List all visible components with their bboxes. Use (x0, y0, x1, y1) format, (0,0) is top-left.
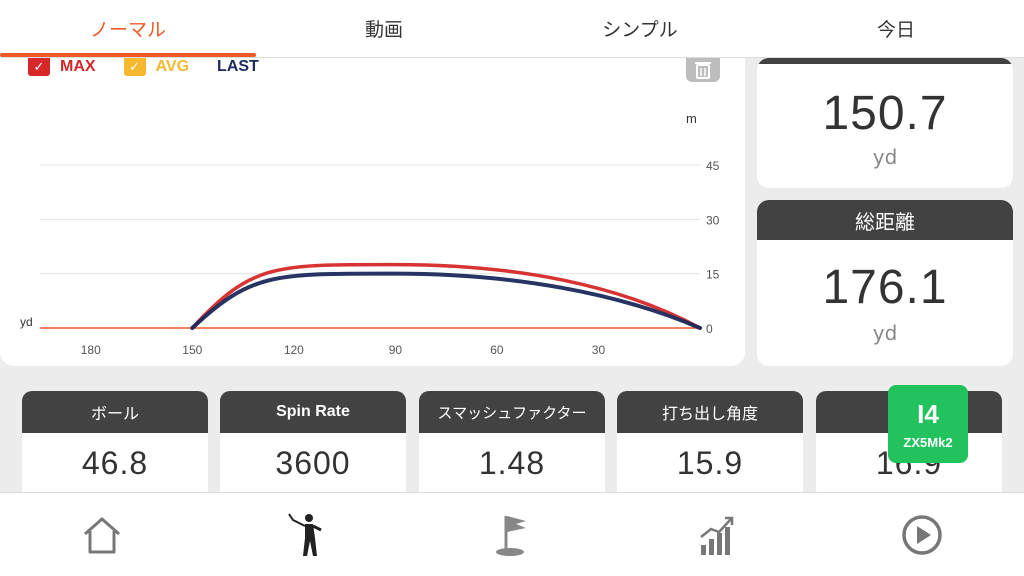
checkbox-avg-icon[interactable]: ✓ (123, 58, 146, 76)
club-model: ZX5Mk2 (903, 434, 953, 450)
metric-value: 46.8 (81, 445, 149, 481)
legend-max[interactable]: ✓ MAX (28, 58, 96, 76)
tab-video[interactable]: 動画 (256, 0, 512, 57)
trajectory-chart: 0 15 30 45 m yd 180 150 120 90 60 30 (20, 111, 720, 357)
chart-legend: ✓ MAX ✓ AVG LAST (28, 58, 287, 76)
nav-home[interactable] (0, 493, 205, 576)
home-icon (84, 517, 121, 553)
nav-swing[interactable] (205, 493, 410, 576)
total-distance-value: 176.1 (822, 261, 948, 314)
stats-chart-icon (700, 516, 734, 555)
metric-card-smash-factor: スマッシュファクター 1.48 (419, 391, 605, 501)
y-unit-label: m (686, 111, 697, 126)
top-tab-bar: ノーマル 動画 シンプル 今日 (0, 0, 1024, 58)
tab-simple[interactable]: シンプル (512, 0, 768, 57)
trajectory-chart-panel: 0 15 30 45 m yd 180 150 120 90 60 30 ✓ MAX ✓ AVG LA… (0, 58, 745, 366)
trajectory-last (190, 271, 702, 330)
carry-card: 150.7 yd (757, 58, 1013, 188)
tab-normal[interactable]: ノーマル (0, 0, 256, 57)
carry-card-header (757, 58, 1013, 64)
carry-value: 150.7 (822, 87, 948, 140)
metric-card-spin-rate: Spin Rate 3600 (220, 391, 406, 501)
y-tick-label: 45 (706, 159, 720, 173)
metric-card-launch-angle: 打ち出し角度 15.9 (617, 391, 803, 501)
active-tab-indicator (0, 53, 256, 57)
x-tick-label: 90 (389, 343, 403, 357)
play-circle-icon (901, 514, 942, 555)
metric-value: 15.9 (676, 445, 744, 481)
x-tick-label: 30 (592, 343, 606, 357)
club-number: I4 (917, 398, 939, 429)
legend-avg-label: AVG (155, 58, 190, 75)
metric-card-ball: ボール 46.8 (22, 391, 208, 501)
total-distance-header: 総距離 (757, 200, 1013, 240)
legend-max-label: MAX (60, 58, 96, 75)
legend-avg[interactable]: ✓ AVG (123, 58, 190, 76)
metric-value: 3600 (275, 445, 351, 481)
metric-label: 打ち出し角度 (617, 391, 803, 433)
metric-label: スマッシュファクター (419, 391, 605, 433)
carry-unit: yd (872, 145, 898, 169)
x-unit-label: yd (20, 315, 33, 329)
club-badge[interactable]: I4 ZX5Mk2 (888, 385, 968, 463)
x-tick-label: 120 (284, 343, 304, 357)
legend-last-label: LAST (217, 58, 259, 75)
y-tick-label: 0 (706, 322, 713, 336)
golfer-swing-icon (288, 512, 322, 556)
metric-label: ボール (22, 391, 208, 433)
nav-course[interactable] (410, 493, 615, 576)
x-tick-label: 60 (490, 343, 504, 357)
checkbox-max-icon[interactable]: ✓ (28, 58, 50, 76)
nav-play[interactable] (819, 493, 1024, 576)
bottom-nav (0, 492, 1024, 576)
y-tick-label: 30 (706, 213, 720, 227)
metric-value: 1.48 (478, 445, 546, 481)
x-tick-label: 180 (81, 343, 101, 357)
tab-today[interactable]: 今日 (768, 0, 1024, 57)
total-distance-unit: yd (872, 321, 898, 345)
golf-flag-icon (495, 515, 526, 556)
metric-label: Spin Rate (220, 391, 406, 433)
trash-button[interactable] (686, 58, 720, 82)
y-tick-label: 15 (706, 268, 720, 282)
total-distance-card: 総距離 176.1 yd (757, 200, 1013, 366)
x-tick-label: 150 (182, 343, 202, 357)
trash-icon (695, 62, 711, 79)
nav-stats[interactable] (614, 493, 819, 576)
legend-last[interactable]: LAST (217, 58, 259, 76)
